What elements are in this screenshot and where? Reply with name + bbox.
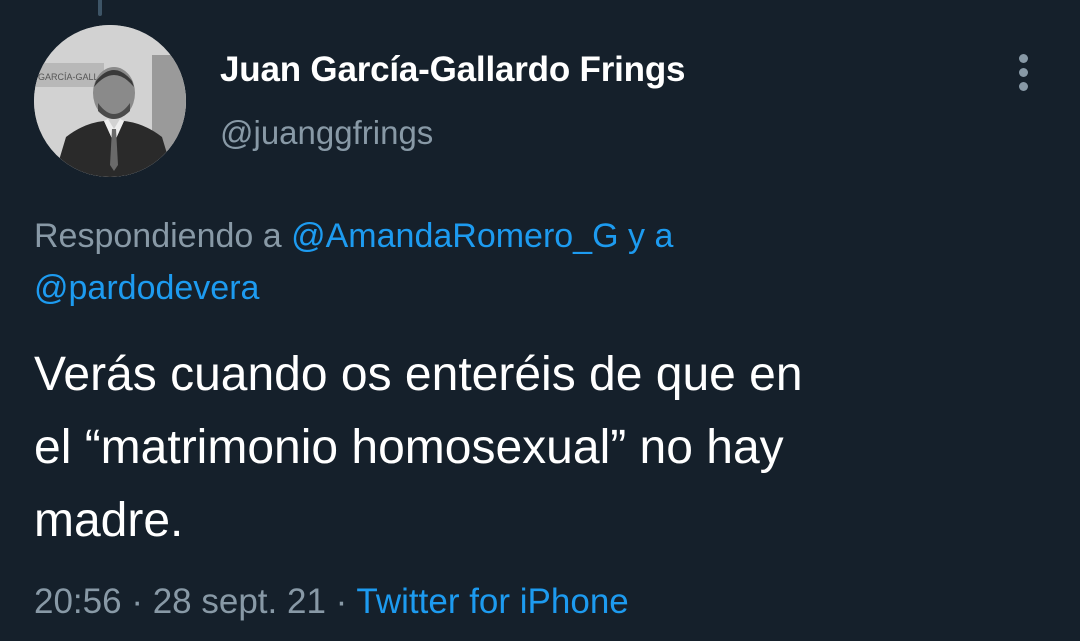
more-dot bbox=[1019, 82, 1028, 91]
thread-connector-line bbox=[98, 0, 102, 16]
tweet-date[interactable]: 28 sept. 21 bbox=[153, 582, 326, 621]
mention-connector: y a bbox=[628, 217, 674, 255]
tweet-text: Verás cuando os enteréis de que en el “m… bbox=[34, 338, 1054, 557]
author-display-name[interactable]: Juan García-Gallardo Frings bbox=[220, 50, 685, 90]
meta-separator: · bbox=[131, 582, 143, 621]
tweet-text-line: madre. bbox=[34, 494, 184, 547]
more-options-icon[interactable] bbox=[1004, 48, 1044, 96]
author-handle[interactable]: @juanggfrings bbox=[220, 114, 433, 152]
tweet-text-line: el “matrimonio homosexual” no hay bbox=[34, 421, 784, 474]
replying-to-line: Respondiendo a @AmandaRomero_G y a @pard… bbox=[34, 210, 1044, 314]
mention-link-pardodevera[interactable]: @pardodevera bbox=[34, 269, 259, 307]
mention-link-amandaromero[interactable]: @AmandaRomero_G bbox=[291, 217, 618, 255]
avatar-photo: GARCÍA-GALL bbox=[34, 25, 186, 177]
tweet-meta: 20:56 · 28 sept. 21 · Twitter for iPhone bbox=[34, 582, 629, 622]
avatar-sign-text: GARCÍA-GALL bbox=[38, 72, 99, 82]
replying-to-prefix: Respondiendo a bbox=[34, 217, 282, 255]
more-dot bbox=[1019, 68, 1028, 77]
meta-separator: · bbox=[335, 582, 348, 621]
tweet-source-link[interactable]: Twitter for iPhone bbox=[356, 582, 628, 621]
tweet-text-line: Verás cuando os enteréis de que en bbox=[34, 348, 803, 401]
tweet-time[interactable]: 20:56 bbox=[34, 582, 122, 621]
more-dot bbox=[1019, 54, 1028, 63]
avatar[interactable]: GARCÍA-GALL bbox=[34, 25, 186, 177]
